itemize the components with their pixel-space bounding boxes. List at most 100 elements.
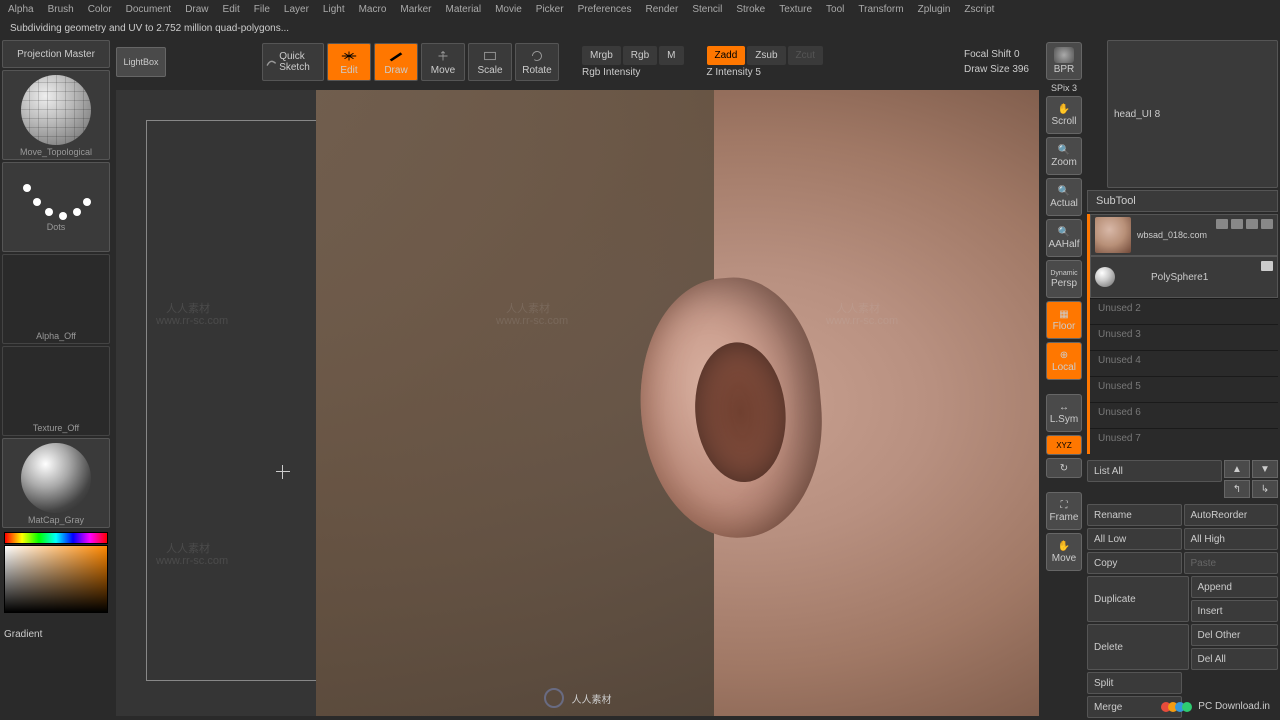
bpr-icon [1054,47,1074,63]
up-arrow-button[interactable]: ▲ [1224,460,1250,478]
menu-stroke[interactable]: Stroke [736,4,765,16]
rgb-intensity-label: Rgb Intensity [582,67,684,78]
swap-icon: ↰ [1233,484,1241,495]
insert-button[interactable]: Insert [1191,600,1279,622]
redo-button[interactable]: ↻ [1046,458,1082,478]
local-button[interactable]: ⊕Local [1046,342,1082,380]
texture-selector[interactable]: Texture_Off [2,346,110,436]
top-toolbar: LightBox Quick Sketch Edit Draw Move Sca… [112,38,1043,86]
color-picker[interactable] [2,530,110,625]
bpr-button[interactable]: BPR [1046,42,1082,80]
menu-light[interactable]: Light [323,4,345,16]
delother-button[interactable]: Del Other [1191,624,1279,646]
zadd-button[interactable]: Zadd [707,46,746,65]
unused-slot[interactable]: Unused 5 [1090,376,1278,402]
append-button[interactable]: Append [1191,576,1279,598]
allhigh-button[interactable]: All High [1184,528,1279,550]
subtool-visibility-icons[interactable] [1216,219,1273,229]
paste-button[interactable]: Paste [1184,552,1279,574]
alpha-selector[interactable]: Alpha_Off [2,254,110,344]
zoom-button[interactable]: 🔍Zoom [1046,137,1082,175]
menu-file[interactable]: File [254,4,270,16]
scale-button[interactable]: Scale [468,43,512,81]
alllow-button[interactable]: All Low [1087,528,1182,550]
floor-button[interactable]: ▦Floor [1046,301,1082,339]
unused-slot[interactable]: Unused 4 [1090,350,1278,376]
projection-master-button[interactable]: Projection Master [2,40,110,68]
swap-icon: ↳ [1261,484,1269,495]
rename-button[interactable]: Rename [1087,504,1182,526]
draw-button[interactable]: Draw [374,43,418,81]
menu-color[interactable]: Color [88,4,112,16]
viewport[interactable]: 人人素材 www.rr-sc.com 人人素材 www.rr-sc.com 人人… [116,90,1039,716]
zsub-button[interactable]: Zsub [747,46,785,65]
xyz-button[interactable]: XYZ [1046,435,1082,455]
menu-preferences[interactable]: Preferences [578,4,632,16]
quicksketch-button[interactable]: Quick Sketch [262,43,324,81]
list-all-button[interactable]: List All [1087,460,1222,482]
menu-tool[interactable]: Tool [826,4,844,16]
right-panel: head_UI 8 SubTool wbsad_018c.com PolySph… [1085,38,1280,720]
autoreorder-button[interactable]: AutoReorder [1184,504,1279,526]
saturation-box[interactable] [4,545,108,613]
rotate-button[interactable]: Rotate [515,43,559,81]
lightbox-button[interactable]: LightBox [116,47,166,77]
move-button[interactable]: Move [421,43,465,81]
pc-download-watermark: PC Download.in [1164,701,1270,712]
alpha-label: Alpha_Off [34,329,78,343]
lsym-button[interactable]: ↔L.Sym [1046,394,1082,432]
stroke-selector[interactable]: Dots [2,162,110,252]
menu-movie[interactable]: Movie [495,4,522,16]
menu-transform[interactable]: Transform [858,4,903,16]
watermark: 人人素材 [836,300,880,316]
split-button[interactable]: Split [1087,672,1182,694]
hue-strip[interactable] [4,532,108,544]
frame-button[interactable]: ⛶Frame [1046,492,1082,530]
menu-macro[interactable]: Macro [359,4,387,16]
copy-button[interactable]: Copy [1087,552,1182,574]
menu-zscript[interactable]: Zscript [964,4,994,16]
duplicate-button[interactable]: Duplicate [1087,576,1189,622]
subtool-item[interactable]: PolySphere1 [1090,256,1278,298]
delall-button[interactable]: Del All [1191,648,1279,670]
actual-button[interactable]: 🔍Actual [1046,178,1082,216]
edit-button[interactable]: Edit [327,43,371,81]
watermark: 人人素材 [166,300,210,316]
move-view-button[interactable]: ✋Move [1046,533,1082,571]
menu-edit[interactable]: Edit [223,4,240,16]
menu-material[interactable]: Material [446,4,482,16]
scroll-button[interactable]: ✋Scroll [1046,96,1082,134]
swap-down-button[interactable]: ↳ [1252,480,1278,498]
unused-slot[interactable]: Unused 7 [1090,428,1278,454]
menu-picker[interactable]: Picker [536,4,564,16]
brush-selector[interactable]: Move_Topological [2,70,110,160]
menu-brush[interactable]: Brush [48,4,74,16]
menu-texture[interactable]: Texture [779,4,812,16]
menu-alpha[interactable]: Alpha [8,4,34,16]
subtool-header[interactable]: SubTool [1087,190,1278,212]
menu-stencil[interactable]: Stencil [692,4,722,16]
down-arrow-button[interactable]: ▼ [1252,460,1278,478]
zcut-button[interactable]: Zcut [788,46,823,65]
subtool-item[interactable]: wbsad_018c.com [1090,214,1278,256]
menu-marker[interactable]: Marker [400,4,431,16]
persp-button[interactable]: DynamicPersp [1046,260,1082,298]
aahalf-button[interactable]: 🔍AAHalf [1046,219,1082,257]
material-selector[interactable]: MatCap_Gray [2,438,110,528]
unused-slot[interactable]: Unused 6 [1090,402,1278,428]
aahalf-icon: 🔍 [1058,227,1070,238]
m-button[interactable]: M [659,46,683,65]
menu-render[interactable]: Render [646,4,679,16]
mrgb-button[interactable]: Mrgb [582,46,621,65]
swap-up-button[interactable]: ↰ [1224,480,1250,498]
subtool-visibility-icons[interactable] [1261,261,1273,271]
menu-draw[interactable]: Draw [185,4,208,16]
menu-document[interactable]: Document [126,4,172,16]
delete-button[interactable]: Delete [1087,624,1189,670]
unused-slot[interactable]: Unused 2 [1090,298,1278,324]
unused-slot[interactable]: Unused 3 [1090,324,1278,350]
rgb-button[interactable]: Rgb [623,46,657,65]
menu-layer[interactable]: Layer [284,4,309,16]
head-item[interactable]: head_UI 8 [1107,40,1278,188]
menu-zplugin[interactable]: Zplugin [918,4,951,16]
